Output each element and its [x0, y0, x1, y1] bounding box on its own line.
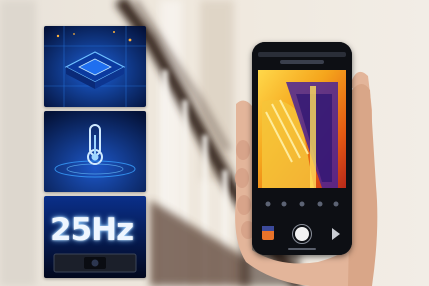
frame-rate-feature-tile: 25Hz	[44, 196, 146, 278]
processor-chip-icon	[44, 26, 146, 107]
thermal-camera-app-screen	[252, 42, 352, 255]
frame-rate-label: 25Hz	[50, 212, 134, 248]
thermometer-icon	[44, 111, 146, 192]
thermometer-feature-tile	[44, 111, 146, 192]
shutter-button-icon	[295, 227, 309, 241]
chip-feature-tile	[44, 26, 146, 107]
product-photo: 25Hz	[0, 0, 429, 286]
smartphone	[252, 42, 352, 255]
